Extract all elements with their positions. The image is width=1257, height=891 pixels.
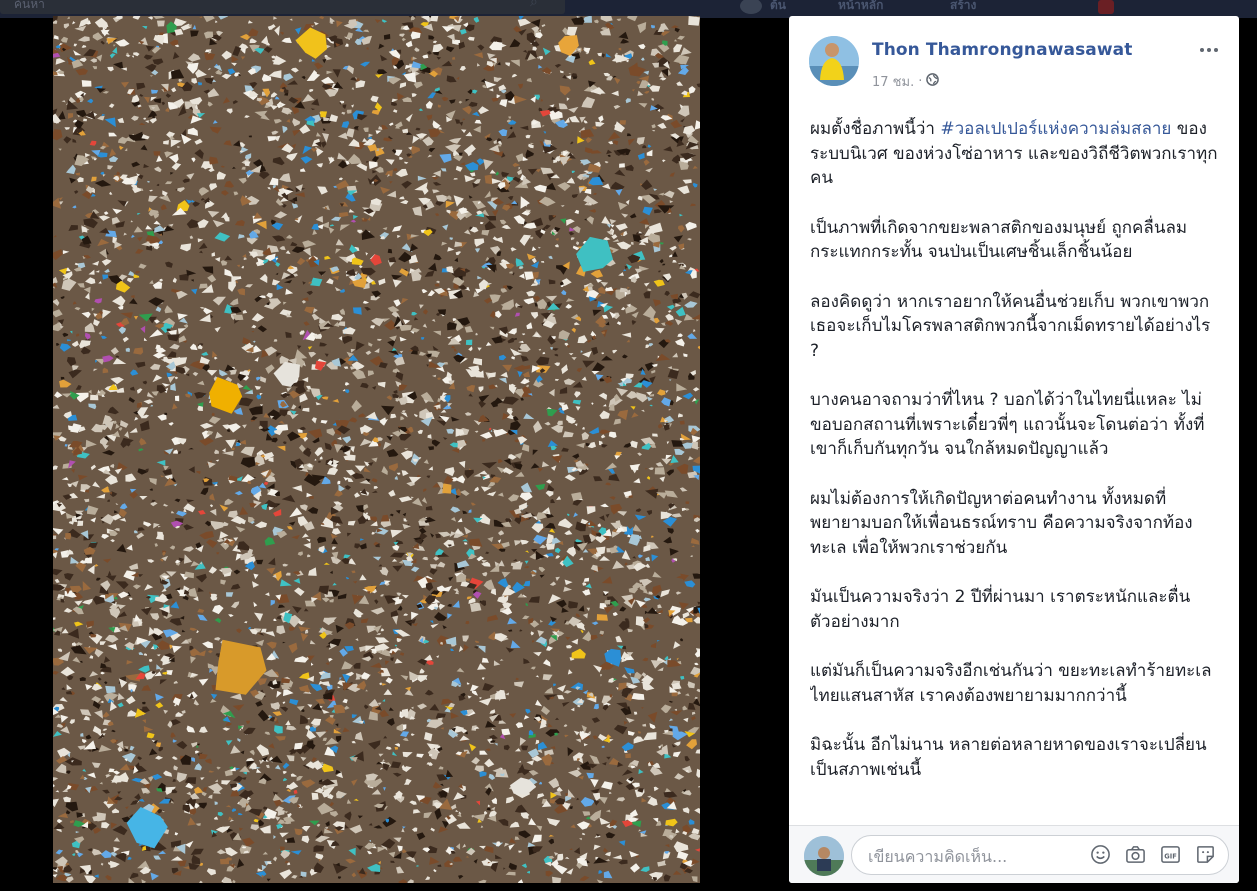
post-paragraph: มิฉะนั้น อีกไม่นาน หลายต่อหลายหาดของเราจ… — [810, 735, 1207, 780]
microplastic-debris-image — [53, 16, 700, 883]
nav-item-profile[interactable]: ต้น — [770, 0, 786, 15]
post-time[interactable]: 17 ชม. — [872, 71, 914, 92]
author-name[interactable]: Thon Thamrongnawasawat — [872, 40, 1132, 60]
comment-placeholder: เขียนความคิดเห็น... — [868, 847, 1008, 866]
dot-icon — [1214, 48, 1218, 52]
search-bar[interactable]: ค้นหา ⌕ — [0, 0, 565, 14]
search-placeholder: ค้นหา — [14, 0, 45, 11]
author-avatar[interactable] — [809, 36, 859, 86]
nav-item-create[interactable]: สร้าง — [950, 0, 976, 15]
post-paragraph: บางคนอาจถามว่าที่ไหน ? บอกได้ว่าในไทยนี่… — [810, 390, 1205, 459]
nav-avatar[interactable] — [740, 0, 762, 14]
comment-icons: GIF — [1090, 844, 1216, 865]
globe-icon[interactable] — [926, 73, 940, 90]
post-paragraph: เป็นภาพที่เกิดจากขยะพลาสติกของมนุษย์ ถูก… — [810, 217, 1188, 263]
post-paragraph: มันเป็นความจริงว่า 2 ปีที่ผ่านมา เราตระห… — [810, 587, 1191, 632]
camera-icon[interactable] — [1125, 844, 1146, 865]
post-meta: 17 ชม. · — [872, 71, 940, 92]
post-panel: Thon Thamrongnawasawat 17 ชม. · ผมตั้งชื… — [789, 16, 1239, 883]
nav-item-home[interactable]: หน้าหลัก — [838, 0, 883, 15]
hashtag-link[interactable]: #วอลเปเปอร์แห่งความล่มสลาย — [940, 119, 1171, 139]
commenter-avatar[interactable] — [804, 836, 844, 876]
gif-icon[interactable]: GIF — [1160, 844, 1181, 865]
comment-input[interactable]: เขียนความคิดเห็น... GIF — [851, 835, 1229, 875]
comment-bar: เขียนความคิดเห็น... GIF — [789, 825, 1239, 883]
dot-icon — [1200, 48, 1204, 52]
post-photo[interactable] — [53, 16, 700, 883]
notification-badge[interactable] — [1098, 0, 1114, 14]
paragraph-lead-text: ผมตั้งชื่อภาพนี้ว่า — [810, 119, 941, 139]
meta-separator: · — [918, 74, 923, 89]
post-options-button[interactable] — [1195, 40, 1223, 60]
sticker-icon[interactable] — [1195, 844, 1216, 865]
post-paragraph: ผมไม่ต้องการให้เกิดปัญหาต่อคนทำงาน ทั้งห… — [810, 488, 1193, 558]
search-icon[interactable]: ⌕ — [530, 0, 538, 10]
post-paragraph: แต่มันก็เป็นความจริงอีกเช่นกันว่า ขยะทะเ… — [810, 661, 1212, 706]
post-paragraph: ลองคิดดูว่า หากเราอยากให้คนอื่นช่วยเก็บ … — [810, 291, 1211, 361]
post-paragraph: ผมตั้งชื่อภาพนี้ว่า #วอลเปเปอร์แห่งความล… — [810, 117, 1220, 191]
post-text: ผมตั้งชื่อภาพนี้ว่า #วอลเปเปอร์แห่งความล… — [810, 117, 1220, 825]
dot-icon — [1207, 48, 1211, 52]
emoji-icon[interactable] — [1090, 844, 1111, 865]
